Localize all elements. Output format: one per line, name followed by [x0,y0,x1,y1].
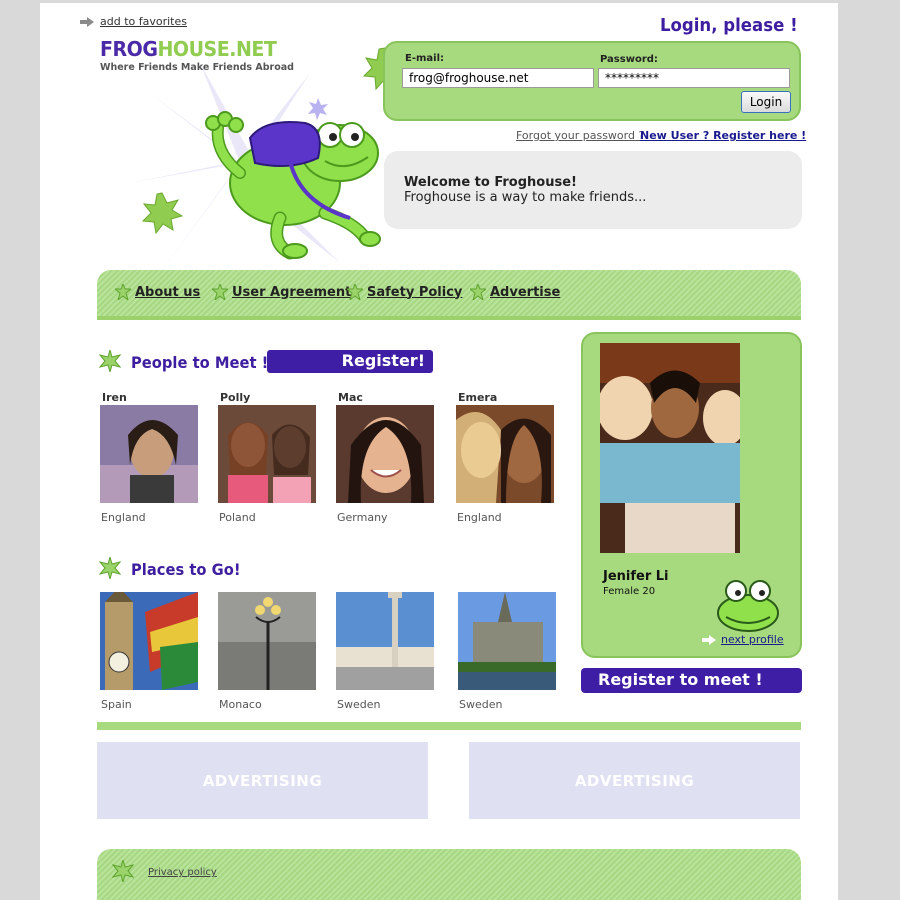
register-to-meet-button[interactable]: Register to meet ! [581,668,802,693]
password-label: Password: [600,54,658,65]
register-button[interactable]: Register! [267,350,433,373]
person-name: Emera [458,391,498,404]
person-photo[interactable] [456,405,554,503]
places-section-title: Places to Go! [131,560,241,579]
person-country: Poland [219,511,256,524]
person-photo[interactable] [336,405,434,503]
place-card[interactable]: Sweden [458,592,556,711]
email-label: E-mail: [405,53,445,64]
divider [97,722,801,730]
password-input[interactable] [598,68,790,88]
page: add to favorites FROGHOUSE.NET Where Fri… [40,3,838,900]
ad-banner-right[interactable]: ADVERTISING [469,742,800,819]
add-favorites-link[interactable]: add to favorites [100,15,187,28]
place-card[interactable]: Sweden [336,592,434,711]
person-card[interactable]: Iren England [100,391,198,524]
arrow-right-icon [702,634,716,645]
place-country: Monaco [219,698,262,711]
nav-label: Safety Policy [367,284,463,300]
nav-label: About us [135,284,201,300]
place-country: Sweden [459,698,503,711]
welcome-title: Welcome to Froghouse! [404,175,577,190]
star-icon [347,284,363,300]
profile-photo[interactable] [600,343,740,553]
logo-prefix: FROG [100,37,158,61]
login-title: Login, please ! [660,15,798,36]
person-country: England [101,511,146,524]
place-photo[interactable] [100,587,198,690]
people-section-title: People to Meet ! [131,353,269,372]
email-input[interactable] [402,68,594,88]
person-card[interactable]: Polly Poland [218,391,316,524]
person-country: England [457,511,502,524]
login-button[interactable]: Login [741,91,791,113]
next-profile-link[interactable]: next profile [721,633,784,646]
forgot-password-link[interactable]: Forgot your password ? [516,129,644,142]
place-country: Sweden [337,698,381,711]
register-link[interactable]: New User ? Register here ! [640,129,806,142]
person-card[interactable]: Mac Germany [336,391,434,524]
star-icon [212,284,228,300]
login-form: E-mail: Password: Login [383,41,801,121]
star-icon [99,350,121,372]
place-photo[interactable] [218,592,316,690]
nav-label: User Agreement [232,284,352,300]
person-name: Iren [102,391,127,404]
profile-info: Female 20 [603,586,656,597]
frog-mascot-illustration [130,47,400,273]
arrow-right-icon [80,16,94,27]
person-name: Mac [338,391,363,404]
privacy-policy-link[interactable]: Privacy policy [148,867,217,878]
nav-item-advertise[interactable]: Advertise [470,284,560,300]
place-photo[interactable] [458,592,556,690]
frog-icon [717,580,779,632]
logo-title: FROGHOUSE.NET [100,37,294,61]
nav-item-user-agreement[interactable]: User Agreement [212,284,351,300]
nav-item-about[interactable]: About us [115,284,200,300]
star-icon [470,284,486,300]
next-profile[interactable]: next profile [702,633,784,646]
person-card[interactable]: Emera England [456,391,554,524]
place-photo[interactable] [336,592,434,690]
person-name: Polly [220,391,251,404]
star-icon [99,557,121,579]
nav-item-safety-policy[interactable]: Safety Policy [347,284,462,300]
star-icon [112,860,134,882]
welcome-text: Froghouse is a way to make friends... [404,190,647,205]
logo-tagline: Where Friends Make Friends Abroad [100,62,294,73]
profile-name: Jenifer Li [603,569,669,584]
place-card[interactable]: Spain [100,587,198,711]
place-country: Spain [101,698,132,711]
logo[interactable]: FROGHOUSE.NET Where Friends Make Friends… [100,37,304,73]
person-photo[interactable] [218,405,316,503]
ad-banner-left[interactable]: ADVERTISING [97,742,428,819]
welcome-box: Welcome to Froghouse! Froghouse is a way… [384,151,802,229]
person-country: Germany [337,511,388,524]
star-icon [115,284,131,300]
person-photo[interactable] [100,405,198,503]
place-card[interactable]: Monaco [218,592,316,711]
nav-label: Advertise [490,284,561,300]
add-favorites[interactable]: add to favorites [80,15,187,28]
logo-suffix: HOUSE.NET [157,37,277,61]
nav-bar: About us User Agreement Safety Policy Ad… [97,270,801,320]
